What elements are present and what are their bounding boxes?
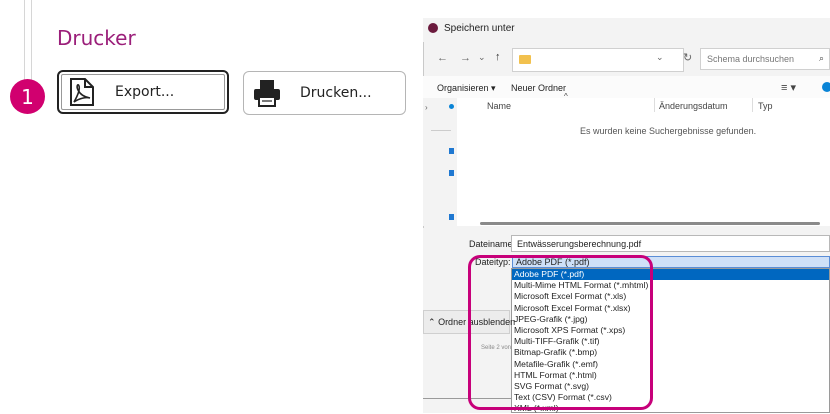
column-date[interactable]: Änderungsdatum — [659, 101, 728, 111]
horizontal-scrollbar[interactable] — [480, 222, 820, 225]
nav-item-icon — [449, 148, 454, 154]
divider — [31, 0, 32, 90]
column-divider — [752, 98, 753, 112]
export-button[interactable]: Export... — [57, 70, 229, 114]
nav-item-icon — [449, 170, 454, 176]
forward-arrow-icon[interactable]: → — [460, 52, 471, 64]
search-input[interactable]: Schema durchsuchen — [700, 48, 830, 70]
refresh-icon[interactable]: ↻ — [683, 51, 692, 64]
dialog-title: Speichern unter — [444, 23, 515, 34]
nav-item-icon — [449, 214, 454, 220]
section-title: Drucker — [57, 26, 136, 50]
chevron-right-icon[interactable]: › — [425, 103, 428, 112]
column-divider — [654, 98, 655, 112]
address-bar[interactable]: ⌄ — [512, 48, 684, 72]
divider — [24, 0, 25, 90]
empty-message: Es wurden keine Suchergebnisse gefunden. — [580, 126, 757, 136]
print-label: Drucken... — [300, 85, 372, 101]
chevron-down-icon[interactable]: ⌄ — [656, 52, 664, 63]
chevron-down-icon[interactable]: ⌄ — [478, 52, 486, 63]
filename-input[interactable]: Entwässerungsberechnung.pdf — [511, 235, 830, 252]
column-name[interactable]: Name — [487, 101, 511, 111]
sort-arrow-icon: ^ — [564, 92, 568, 101]
up-arrow-icon[interactable]: ↑ — [495, 51, 501, 63]
export-label: Export... — [115, 84, 175, 100]
navigation-pane[interactable] — [423, 98, 457, 226]
search-icon: ⌕ — [819, 53, 825, 63]
step-badge: 1 — [10, 79, 45, 114]
printer-icon — [252, 78, 282, 108]
new-folder-button[interactable]: Neuer Ordner — [511, 83, 566, 93]
folder-icon — [519, 55, 531, 64]
pdf-export-icon — [67, 77, 97, 107]
file-list[interactable] — [457, 98, 830, 226]
divider — [431, 130, 451, 131]
organize-menu[interactable]: Organisieren ▾ — [437, 83, 496, 94]
filename-label: Dateiname: — [469, 239, 516, 249]
column-type[interactable]: Typ — [758, 101, 773, 111]
print-button[interactable]: Drucken... — [243, 71, 406, 115]
highlight-annotation — [468, 255, 653, 410]
nav-item-icon — [449, 104, 454, 109]
app-icon — [428, 23, 438, 33]
view-icon[interactable]: ≡ ▾ — [781, 81, 796, 94]
chevron-up-icon: ⌃ — [428, 317, 436, 327]
back-arrow-icon[interactable]: ← — [437, 52, 448, 64]
help-icon[interactable] — [822, 82, 830, 92]
